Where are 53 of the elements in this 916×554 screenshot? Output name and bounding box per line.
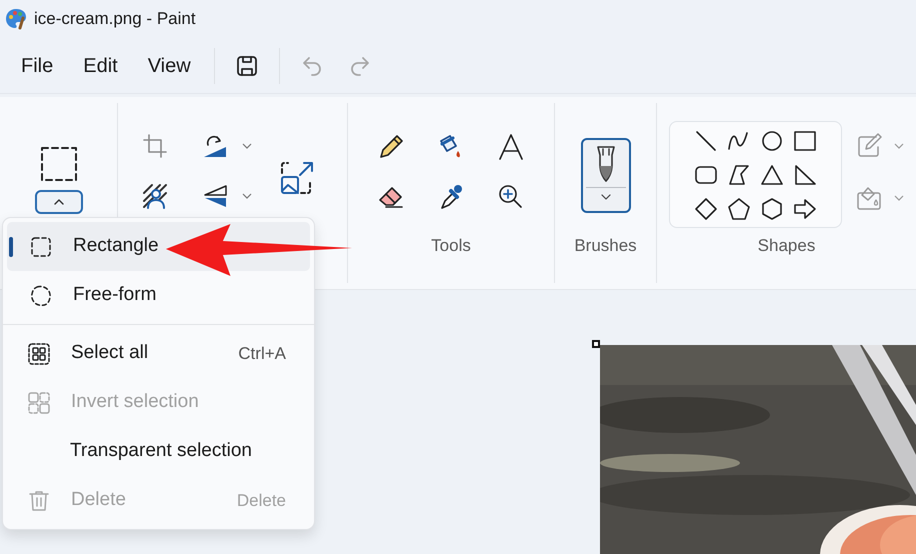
menu-item[interactable]: Edit <box>68 46 133 84</box>
trash-icon <box>27 488 51 512</box>
menu-item[interactable]: Select all Ctrl+A <box>7 329 310 378</box>
shape-fill-icon <box>856 185 882 211</box>
freeform-select-icon <box>29 284 53 308</box>
right-triangle-icon <box>793 162 817 186</box>
rectangle-select-icon <box>29 234 53 258</box>
pencil-button[interactable] <box>377 133 405 161</box>
chevron-icon <box>894 143 904 149</box>
pentagon-icon <box>727 196 751 220</box>
resize-icon <box>280 161 316 197</box>
group-label: Shapes <box>758 234 816 256</box>
caret-icon <box>52 198 64 206</box>
selected-indicator <box>9 237 13 257</box>
line-icon <box>694 128 718 152</box>
rectangle-icon <box>793 128 817 152</box>
remove-background-icon <box>142 183 168 209</box>
pencil-icon <box>377 133 405 161</box>
rotate-icon <box>202 133 228 159</box>
menu-item[interactable]: Free-form <box>7 271 310 320</box>
group-label: Brushes <box>574 234 637 256</box>
outline-icon <box>856 133 882 159</box>
diamond-icon <box>694 196 718 220</box>
brushes-button[interactable] <box>580 138 630 213</box>
shape-fill-button[interactable] <box>856 185 904 211</box>
flip-icon <box>202 183 228 209</box>
shortcut-text: Ctrl+A <box>238 342 286 365</box>
chevron-icon <box>242 193 252 199</box>
resize-button[interactable] <box>280 161 316 197</box>
triangle-icon <box>760 162 784 186</box>
crop-icon <box>142 133 168 159</box>
hexagon-icon <box>760 196 784 220</box>
selection-rectangle-icon[interactable] <box>40 146 78 182</box>
resize-handle[interactable] <box>592 340 600 348</box>
selection-dropdown-button[interactable] <box>34 190 82 214</box>
app-icon <box>4 7 28 31</box>
chevron-icon <box>600 194 610 200</box>
chevron-icon <box>894 195 904 201</box>
arrow-shape-icon <box>793 196 817 220</box>
oval-icon <box>760 128 784 152</box>
menu-item[interactable]: View <box>132 46 206 84</box>
group-label: Tools <box>431 234 471 256</box>
window-title: ice-cream.png - Paint <box>34 8 196 30</box>
chevron-icon <box>242 143 252 149</box>
polygon-icon <box>727 162 751 186</box>
select-all-icon <box>27 342 51 366</box>
invert-selection-icon <box>27 390 51 414</box>
outline-button[interactable] <box>856 133 904 159</box>
text-button[interactable] <box>497 133 525 161</box>
shortcut-text: Delete <box>236 490 286 512</box>
menu-item[interactable]: File <box>6 46 68 84</box>
text-icon <box>497 133 525 161</box>
menu-item[interactable]: Transparent selection <box>7 427 310 476</box>
